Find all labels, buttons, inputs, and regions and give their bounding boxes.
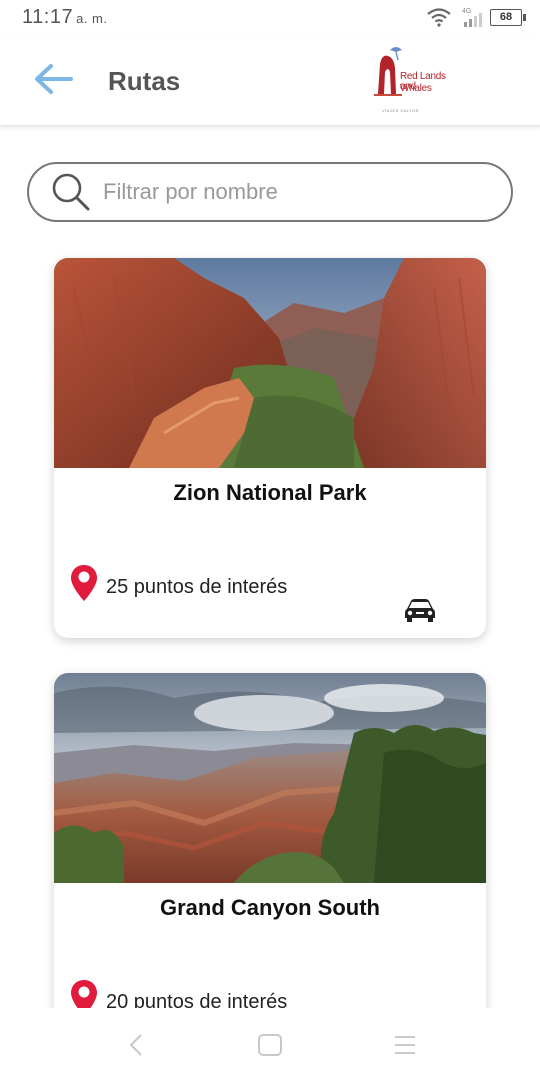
signal-icon: 4G — [458, 6, 484, 28]
poi-info: 25 puntos de interés — [70, 564, 287, 602]
route-image — [54, 673, 486, 883]
battery-level: 68 — [490, 8, 522, 26]
car-icon — [404, 598, 436, 627]
status-time-ampm: a. m. — [76, 11, 108, 26]
status-time: 11:17 a. m. — [22, 6, 107, 29]
square-icon — [257, 1033, 283, 1062]
system-nav-bar — [0, 1008, 540, 1080]
back-button[interactable] — [30, 60, 76, 102]
arrow-left-icon — [33, 63, 73, 100]
poi-count: 25 puntos de interés — [106, 575, 288, 598]
route-title: Zion National Park — [173, 480, 367, 505]
status-bar: 11:17 a. m. 4G 68 — [0, 0, 540, 36]
nav-home-button[interactable] — [250, 1032, 290, 1062]
route-card[interactable]: Grand Canyon South 20 puntos de interés — [54, 673, 486, 1033]
search-icon[interactable] — [51, 172, 91, 212]
route-title: Grand Canyon South — [160, 895, 380, 920]
route-image — [54, 258, 486, 468]
status-time-value: 11:17 — [22, 6, 74, 28]
app-logo: Red Lands and Whales VIAJES SALTOR — [368, 44, 454, 118]
page-title: Rutas — [108, 66, 181, 96]
search-input[interactable] — [103, 179, 483, 205]
search-box[interactable] — [27, 162, 513, 222]
route-card[interactable]: Zion National Park 25 puntos de interés — [54, 258, 486, 638]
nav-back-button[interactable] — [116, 1032, 156, 1062]
map-pin-icon — [70, 564, 98, 602]
wifi-icon — [426, 7, 452, 27]
logo-text-line2: Whales — [400, 83, 432, 94]
logo-subtitle: VIAJES SALTOR — [382, 108, 420, 113]
nav-menu-button[interactable] — [385, 1032, 425, 1062]
battery-icon: 68 — [490, 8, 526, 26]
status-icons: 4G 68 — [426, 6, 526, 28]
chevron-left-icon — [128, 1033, 144, 1062]
app-bar: Rutas Red Lands and Whales VIAJES SALTOR — [0, 36, 540, 126]
network-type-label: 4G — [462, 8, 471, 15]
menu-icon — [393, 1034, 417, 1061]
